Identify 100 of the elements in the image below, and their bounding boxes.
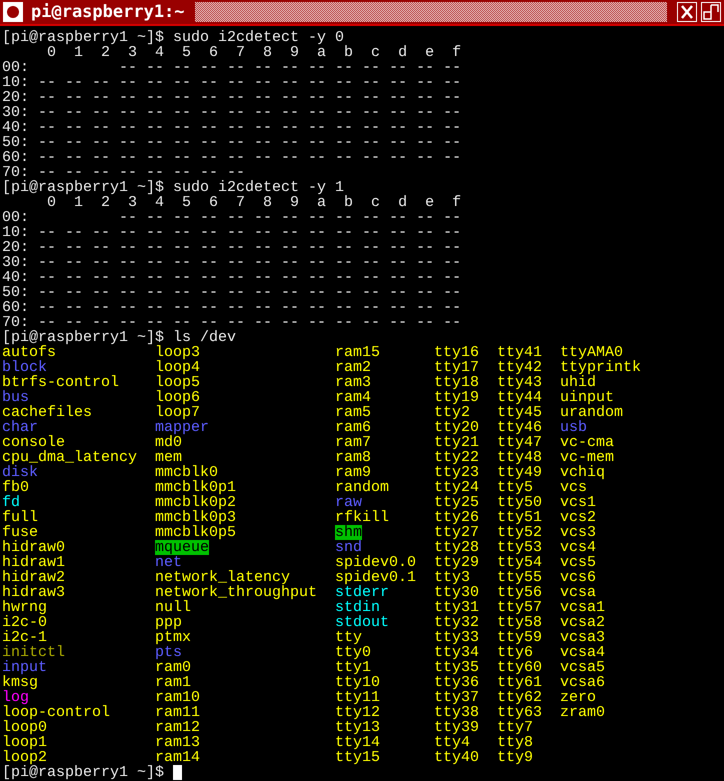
file-name: tty28 <box>434 540 480 555</box>
file-name: autofs <box>2 345 56 360</box>
file-name: tty44 <box>497 390 542 405</box>
file-name: tty0 <box>335 645 372 660</box>
file-name: tty56 <box>497 585 542 600</box>
file-name: tty57 <box>497 600 542 615</box>
file-name: urandom <box>560 405 624 420</box>
file-name: tty37 <box>434 690 480 705</box>
output-line: 20: -- -- -- -- -- -- -- -- -- -- -- -- -- -- -- -- <box>2 240 462 255</box>
output-line: 70: -- -- -- -- -- -- -- -- <box>2 165 246 180</box>
file-name: vcsa6 <box>560 675 606 690</box>
file-name: tty60 <box>497 660 542 675</box>
file-name: tty43 <box>497 375 542 390</box>
file-name: tty26 <box>434 510 480 525</box>
output-line: 00: -- -- -- -- -- -- -- -- -- -- -- -- -- <box>2 60 462 75</box>
file-name: ram3 <box>335 375 372 390</box>
file-name: ram11 <box>155 705 200 720</box>
file-name: tty11 <box>335 690 380 705</box>
file-name: tty20 <box>434 420 480 435</box>
file-name: tty18 <box>434 375 480 390</box>
file-name: loop-control <box>2 705 110 720</box>
file-name: network_latency <box>155 570 290 585</box>
file-name: mem <box>155 450 182 465</box>
file-name: ram2 <box>335 360 372 375</box>
file-name: tty19 <box>434 390 480 405</box>
file-name: tty8 <box>497 735 534 750</box>
output-line: 10: -- -- -- -- -- -- -- -- -- -- -- -- -- -- -- -- <box>2 225 462 240</box>
file-name: vcs3 <box>560 525 596 540</box>
file-name: net <box>155 555 182 570</box>
file-name: tty59 <box>497 630 542 645</box>
file-name: loop1 <box>2 735 48 750</box>
file-name: ram9 <box>335 465 372 480</box>
output-line: 30: -- -- -- -- -- -- -- -- -- -- -- -- -- -- -- -- <box>2 105 462 120</box>
file-name: tty30 <box>434 585 480 600</box>
file-name: tty4 <box>434 735 470 750</box>
file-name: ram7 <box>335 435 372 450</box>
close-button[interactable] <box>677 2 697 22</box>
file-name: ram14 <box>155 750 200 765</box>
file-name: mqueue <box>155 540 210 555</box>
output-line: 30: -- -- -- -- -- -- -- -- -- -- -- -- -- -- -- -- <box>2 255 462 270</box>
file-name: loop4 <box>155 360 200 375</box>
file-name: initctl <box>2 645 66 660</box>
file-name: zero <box>560 690 596 705</box>
command-line: [pi@raspberry1 ~]$ sudo i2cdetect -y 0 <box>2 30 344 45</box>
file-name: tty54 <box>497 555 542 570</box>
file-name: ram6 <box>335 420 372 435</box>
file-name: tty25 <box>434 495 480 510</box>
file-name: bus <box>2 390 30 405</box>
file-name: tty47 <box>497 435 542 450</box>
file-name: vcs2 <box>560 510 596 525</box>
file-name: md0 <box>155 435 182 450</box>
title-bar-drag-area[interactable] <box>194 2 667 22</box>
file-name: tty42 <box>497 360 542 375</box>
file-name: disk <box>2 465 38 480</box>
file-name: mmcblk0 <box>155 465 218 480</box>
file-name: tty29 <box>434 555 480 570</box>
file-name: block <box>2 360 48 375</box>
file-name: ppp <box>155 615 182 630</box>
file-name: loop3 <box>155 345 200 360</box>
command-prompt: [pi@raspberry1 ~]$ <box>2 765 164 780</box>
file-name: tty31 <box>434 600 480 615</box>
file-name: tty14 <box>335 735 380 750</box>
file-name: random <box>335 480 390 495</box>
window-menu-icon[interactable] <box>3 2 23 22</box>
file-name: loop0 <box>2 720 48 735</box>
file-name: btrfs-control <box>2 375 120 390</box>
maximize-button[interactable] <box>701 2 721 22</box>
file-name: mmcblk0p1 <box>155 480 236 495</box>
file-name: tty49 <box>497 465 542 480</box>
output-line: 40: -- -- -- -- -- -- -- -- -- -- -- -- -- -- -- -- <box>2 120 462 135</box>
file-name: input <box>2 660 48 675</box>
file-name: tty17 <box>434 360 480 375</box>
window-title: pi@raspberry1:~ <box>31 2 185 22</box>
file-name: tty34 <box>434 645 480 660</box>
file-name: ram5 <box>335 405 372 420</box>
file-name: loop2 <box>2 750 48 765</box>
file-name: loop5 <box>155 375 200 390</box>
file-name: vcsa1 <box>560 600 606 615</box>
file-name: stdin <box>335 600 380 615</box>
file-name: ram0 <box>155 660 192 675</box>
file-name: tty46 <box>497 420 542 435</box>
file-name: hidraw2 <box>2 570 66 585</box>
output-line: 00: -- -- -- -- -- -- -- -- -- -- -- -- -- <box>2 210 462 225</box>
file-name: vcs4 <box>560 540 596 555</box>
file-name: mmcblk0p5 <box>155 525 236 540</box>
file-name: ram12 <box>155 720 200 735</box>
file-name: full <box>2 510 38 525</box>
file-name: hwrng <box>2 600 48 615</box>
file-name: vcsa <box>560 585 596 600</box>
file-name: tty62 <box>497 690 542 705</box>
file-name: hidraw1 <box>2 555 66 570</box>
file-name: ram8 <box>335 450 372 465</box>
file-name: pts <box>155 645 182 660</box>
file-name: ttyAMA0 <box>560 345 624 360</box>
output-line: 0 1 2 3 4 5 6 7 8 9 a b c d e f <box>47 45 462 60</box>
output-line: 60: -- -- -- -- -- -- -- -- -- -- -- -- -- -- -- -- <box>2 150 462 165</box>
file-name: tty2 <box>434 405 470 420</box>
file-name: tty41 <box>497 345 542 360</box>
file-name: tty1 <box>335 660 372 675</box>
output-line: 0 1 2 3 4 5 6 7 8 9 a b c d e f <box>47 195 462 210</box>
